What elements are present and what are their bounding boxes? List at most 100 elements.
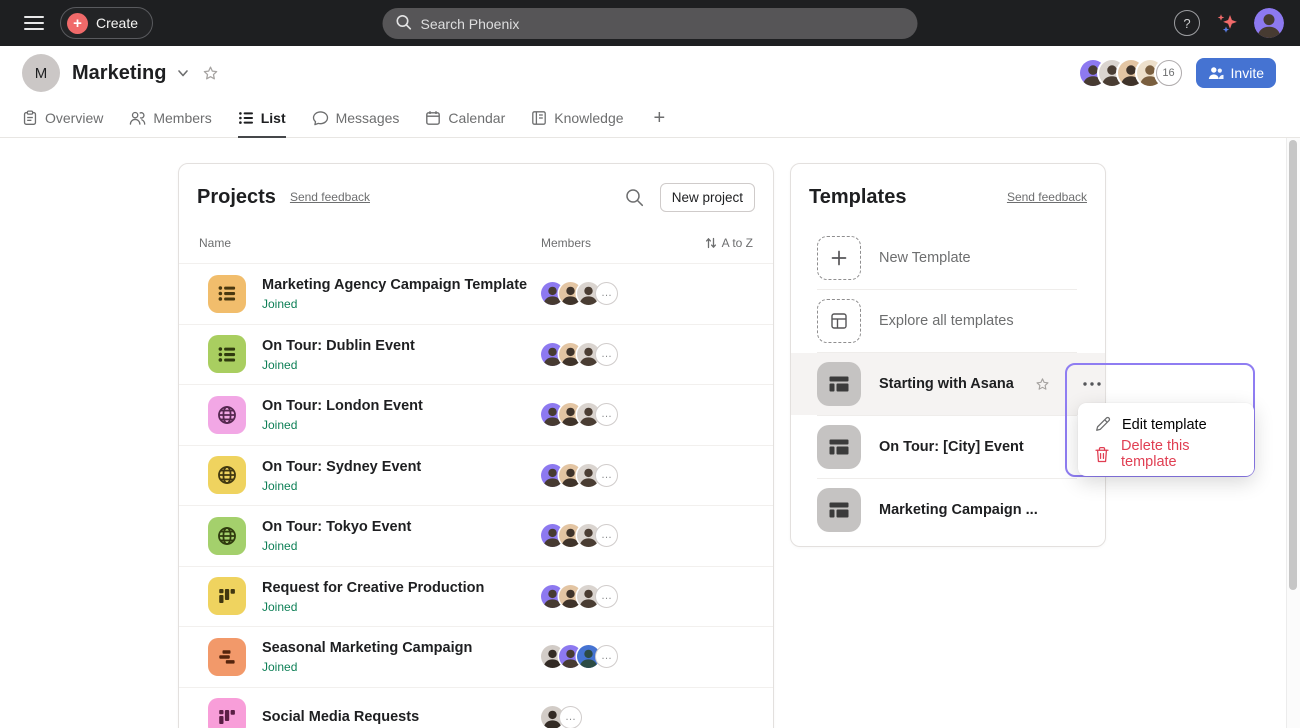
page-title: Marketing	[72, 62, 166, 85]
project-status: Joined	[262, 600, 484, 614]
more-members-button[interactable]: …	[595, 282, 618, 305]
more-options-icon[interactable]	[1082, 377, 1102, 391]
template-action-label: Explore all templates	[879, 313, 1014, 329]
help-button[interactable]: ?	[1174, 10, 1200, 36]
project-status: Joined	[262, 660, 472, 674]
create-button[interactable]: + Create	[60, 7, 153, 39]
project-members: …	[541, 645, 697, 668]
project-name: On Tour: Sydney Event	[262, 458, 421, 476]
more-members-button[interactable]: …	[559, 706, 582, 728]
template-name: Starting with Asana	[879, 376, 1014, 392]
menu-item-delete-this-template[interactable]: Delete this template	[1078, 440, 1254, 469]
project-row[interactable]: On Tour: London EventJoined…	[179, 384, 773, 445]
favorite-star-icon[interactable]	[202, 65, 219, 82]
project-row[interactable]: Request for Creative Production Joined …	[179, 566, 773, 627]
tab-label: Overview	[45, 110, 103, 126]
projects-send-feedback-link[interactable]: Send feedback	[290, 190, 370, 204]
template-outline-icon	[817, 299, 861, 343]
user-avatar[interactable]	[1254, 8, 1284, 38]
project-globe-icon	[208, 456, 246, 494]
project-status: Joined	[262, 297, 527, 311]
tab-knowledge[interactable]: Knowledge	[531, 100, 623, 138]
sort-control[interactable]: A to Z	[705, 236, 753, 250]
project-members: …	[541, 706, 697, 728]
tab-label: List	[261, 110, 286, 126]
project-members: …	[541, 343, 697, 366]
project-members: …	[541, 464, 697, 487]
global-search-input[interactable]: Search Phoenix	[383, 8, 918, 39]
projects-header: Projects Send feedback New project	[179, 164, 773, 212]
project-name: Social Media Requests	[262, 708, 419, 726]
project-status: Joined	[262, 539, 411, 553]
more-members-button[interactable]: …	[595, 343, 618, 366]
project-name: Request for Creative Production	[262, 579, 484, 597]
search-icon	[396, 14, 412, 33]
tab-messages[interactable]: Messages	[312, 100, 400, 138]
project-name: On Tour: Dublin Event	[262, 337, 415, 355]
project-row[interactable]: On Tour: Sydney Event Joined …	[179, 445, 773, 506]
projects-column-headers: Name Members A to Z	[179, 236, 773, 250]
project-row[interactable]: Seasonal Marketing CampaignJoined…	[179, 626, 773, 687]
template-item[interactable]: Starting with Asana	[791, 353, 1105, 415]
pencil-icon	[1094, 416, 1111, 433]
scrollbar-thumb[interactable]	[1289, 140, 1297, 590]
menu-item-label: Edit template	[1122, 417, 1207, 433]
column-header-name: Name	[199, 236, 541, 250]
member-avatar-stack[interactable]: 16	[1080, 60, 1182, 86]
project-list-icon	[208, 275, 246, 313]
tab-overview[interactable]: Overview	[22, 100, 103, 138]
menu-item-label: Delete this template	[1121, 438, 1238, 470]
chevron-down-icon[interactable]	[177, 67, 189, 79]
new-project-button[interactable]: New project	[660, 183, 755, 212]
project-row[interactable]: Marketing Agency Campaign TemplateJoined…	[179, 263, 773, 324]
invite-button[interactable]: Invite	[1196, 58, 1276, 88]
clipboard-icon	[22, 110, 38, 126]
template-icon	[817, 425, 861, 469]
template-item[interactable]: On Tour: [City] Event	[791, 416, 1105, 478]
more-members-button[interactable]: …	[595, 464, 618, 487]
topbar-actions: ?	[1174, 8, 1284, 38]
team-header-actions: 16 Invite	[1080, 58, 1276, 88]
sort-label: A to Z	[722, 236, 753, 250]
project-board-icon	[208, 698, 246, 728]
more-members-button[interactable]: …	[595, 524, 618, 547]
project-members: …	[541, 282, 697, 305]
more-members-button[interactable]: …	[595, 645, 618, 668]
template-name: Marketing Campaign ...	[879, 502, 1038, 518]
template-action[interactable]: Explore all templates	[791, 290, 1105, 352]
template-star-icon[interactable]	[1035, 377, 1050, 392]
tab-list[interactable]: List	[238, 100, 286, 138]
template-icon	[817, 362, 861, 406]
hamburger-menu-icon[interactable]	[16, 7, 52, 39]
project-row[interactable]: On Tour: Tokyo Event Joined …	[179, 505, 773, 566]
more-members-button[interactable]: …	[595, 585, 618, 608]
projects-search-icon[interactable]	[625, 188, 644, 207]
tab-label: Members	[153, 110, 211, 126]
tab-members[interactable]: Members	[129, 100, 211, 138]
project-members: …	[541, 403, 697, 426]
tab-calendar[interactable]: Calendar	[425, 100, 505, 138]
add-tab-button[interactable]: +	[650, 100, 670, 137]
template-action[interactable]: New Template	[791, 227, 1105, 289]
message-icon	[312, 110, 329, 126]
project-status: Joined	[262, 358, 415, 372]
book-icon	[531, 110, 547, 126]
templates-send-feedback-link[interactable]: Send feedback	[1007, 190, 1087, 204]
project-row[interactable]: On Tour: Dublin Event Joined …	[179, 324, 773, 385]
members-icon	[129, 110, 146, 126]
project-status: Joined	[262, 479, 421, 493]
template-options-popover: Edit template Delete this template	[1065, 363, 1255, 477]
tab-label: Calendar	[448, 110, 505, 126]
create-button-label: Create	[96, 15, 138, 31]
template-action-label: New Template	[879, 250, 971, 266]
team-avatar[interactable]: M	[22, 54, 60, 92]
scrollbar-track[interactable]	[1286, 138, 1300, 728]
project-name: On Tour: Tokyo Event	[262, 518, 411, 536]
project-row[interactable]: Social Media Requests …	[179, 687, 773, 728]
member-overflow-count[interactable]: 16	[1156, 60, 1182, 86]
more-members-button[interactable]: …	[595, 403, 618, 426]
templates-panel: Templates Send feedback New TemplateExpl…	[790, 163, 1106, 547]
menu-item-edit-template[interactable]: Edit template	[1078, 410, 1254, 439]
template-item[interactable]: Marketing Campaign ...	[791, 479, 1105, 541]
ai-sparkles-icon[interactable]	[1215, 11, 1239, 35]
